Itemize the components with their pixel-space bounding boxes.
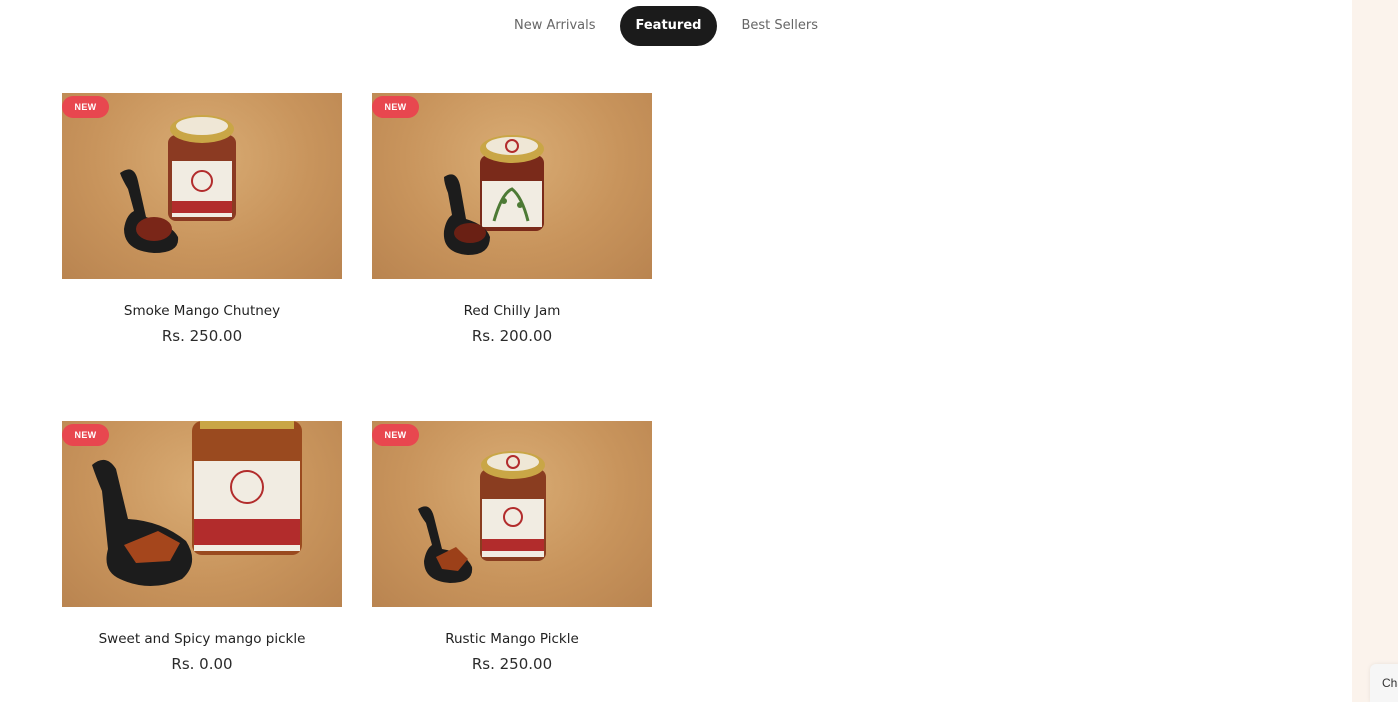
tab-best-sellers[interactable]: Best Sellers [725, 6, 834, 46]
product-price: Rs. 250.00 [471, 655, 553, 673]
product-price: Rs. 250.00 [161, 327, 243, 345]
collection-tabs: New Arrivals Featured Best Sellers [0, 6, 1352, 46]
side-panel [1352, 0, 1398, 702]
chat-button[interactable]: Cha [1370, 664, 1398, 702]
product-card[interactable]: NEW Rustic Mango Pickle Rs. 250.00 [372, 421, 652, 673]
rustic-pickle-jar-image[interactable]: NEW [372, 421, 652, 607]
product-title[interactable]: Smoke Mango Chutney [62, 303, 342, 319]
product-card[interactable]: NEW Red Chilly Jam Rs. 200.00 [372, 93, 652, 345]
product-title[interactable]: Sweet and Spicy mango pickle [62, 631, 342, 647]
mango-pickle-jar-image[interactable]: NEW [62, 421, 342, 607]
product-price: Rs. 200.00 [471, 327, 553, 345]
new-badge: NEW [62, 424, 109, 446]
product-title[interactable]: Rustic Mango Pickle [372, 631, 652, 647]
chilly-jam-jar-image[interactable]: NEW [372, 93, 652, 279]
new-badge: NEW [372, 96, 419, 118]
product-card[interactable]: NEW Sweet and Spicy mango pickle Rs. 0.0… [62, 421, 342, 673]
tab-featured[interactable]: Featured [619, 6, 718, 46]
mango-chutney-jar-image[interactable]: NEW [62, 93, 342, 279]
new-badge: NEW [372, 424, 419, 446]
product-card[interactable]: NEW Smoke Mango Chutney Rs. 250.00 [62, 93, 342, 345]
product-price: Rs. 0.00 [171, 655, 233, 673]
product-title[interactable]: Red Chilly Jam [372, 303, 652, 319]
tab-new-arrivals[interactable]: New Arrivals [498, 6, 612, 46]
new-badge: NEW [62, 96, 109, 118]
